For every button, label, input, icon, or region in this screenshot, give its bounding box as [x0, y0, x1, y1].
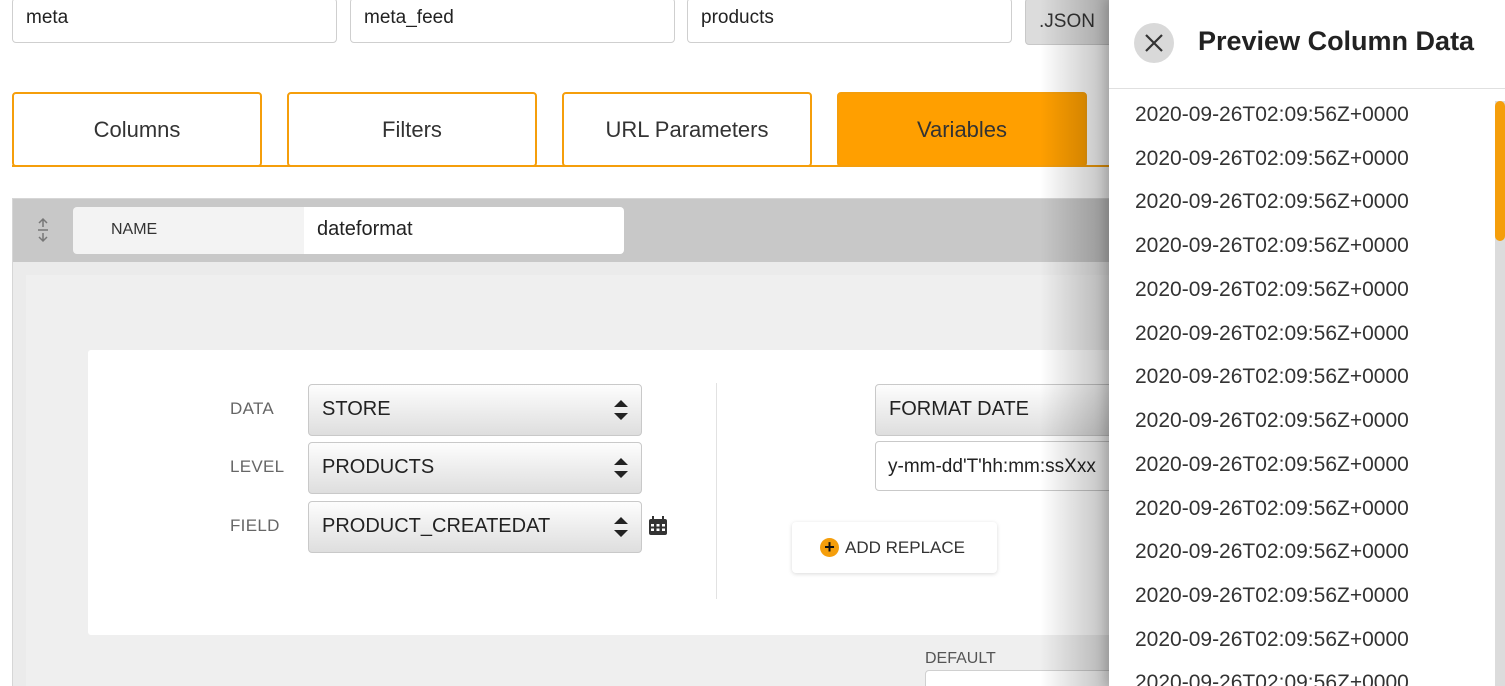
list-item: 2020-09-26T02:09:56Z+0000 [1135, 234, 1409, 257]
level-select[interactable]: PRODUCTS [308, 442, 642, 494]
column-divider [716, 383, 717, 599]
level-select-value: PRODUCTS [322, 456, 435, 478]
list-item: 2020-09-26T02:09:56Z+0000 [1135, 540, 1409, 563]
name-label: NAME [73, 207, 305, 254]
variable-config-card: DATA STORE LEVEL PRODUCTS FIELD PRODUCT_… [88, 350, 1135, 635]
tab-filters[interactable]: Filters [287, 92, 537, 167]
default-label: DEFAULT [925, 650, 996, 667]
list-item: 2020-09-26T02:09:56Z+0000 [1135, 584, 1409, 607]
close-icon [1145, 34, 1163, 52]
tabs-underline [12, 165, 1112, 167]
function-select[interactable]: FORMAT DATE [875, 384, 1135, 436]
field-label: FIELD [230, 516, 280, 535]
tab-url-parameters[interactable]: URL Parameters [562, 92, 812, 167]
list-item: 2020-09-26T02:09:56Z+0000 [1135, 365, 1409, 388]
list-item: 2020-09-26T02:09:56Z+0000 [1135, 409, 1409, 432]
data-select-value: STORE [322, 398, 391, 420]
data-select[interactable]: STORE [308, 384, 642, 436]
data-label: DATA [230, 399, 275, 418]
entity-input[interactable]: products [687, 0, 1012, 43]
list-item: 2020-09-26T02:09:56Z+0000 [1135, 278, 1409, 301]
drag-handle-icon[interactable] [35, 217, 51, 243]
source-input[interactable]: meta [12, 0, 337, 43]
list-item: 2020-09-26T02:09:56Z+0000 [1135, 497, 1409, 520]
tab-columns[interactable]: Columns [12, 92, 262, 167]
level-label: LEVEL [230, 457, 285, 476]
list-item: 2020-09-26T02:09:56Z+0000 [1135, 453, 1409, 476]
feed-input[interactable]: meta_feed [350, 0, 675, 43]
list-item: 2020-09-26T02:09:56Z+0000 [1135, 147, 1409, 170]
field-select-value: PRODUCT_CREATEDAT [322, 515, 551, 537]
variable-header: NAME dateformat [13, 199, 1121, 262]
default-input[interactable] [925, 670, 1125, 686]
add-replace-button[interactable]: + ADD REPLACE [792, 522, 997, 573]
date-format-input[interactable]: y-mm-dd'T'hh:mm:ssXxx [875, 441, 1135, 491]
plus-circle-icon: + [820, 538, 839, 557]
list-item: 2020-09-26T02:09:56Z+0000 [1135, 103, 1409, 126]
scrollbar-thumb[interactable] [1495, 101, 1505, 241]
tab-variables[interactable]: Variables [837, 92, 1087, 167]
field-select[interactable]: PRODUCT_CREATEDAT [308, 501, 642, 553]
variable-body: DATA STORE LEVEL PRODUCTS FIELD PRODUCT_… [26, 275, 1135, 686]
select-arrows-icon [614, 458, 628, 478]
name-input[interactable]: dateformat [304, 207, 624, 254]
variable-panel: NAME dateformat DATA STORE LEVEL PRODUCT… [12, 198, 1135, 686]
close-button[interactable] [1134, 23, 1174, 63]
list-item: 2020-09-26T02:09:56Z+0000 [1135, 628, 1409, 651]
list-item: 2020-09-26T02:09:56Z+0000 [1135, 671, 1409, 686]
preview-drawer: Preview Column Data 2020-09-26T02:09:56Z… [1109, 0, 1505, 686]
drawer-header: Preview Column Data [1109, 0, 1505, 89]
add-replace-label: ADD REPLACE [845, 537, 965, 557]
calendar-icon[interactable] [648, 516, 668, 536]
drawer-title: Preview Column Data [1198, 26, 1475, 56]
select-arrows-icon [614, 517, 628, 537]
list-item: 2020-09-26T02:09:56Z+0000 [1135, 190, 1409, 213]
select-arrows-icon [614, 400, 628, 420]
preview-list: 2020-09-26T02:09:56Z+0000 2020-09-26T02:… [1109, 92, 1495, 686]
list-item: 2020-09-26T02:09:56Z+0000 [1135, 322, 1409, 345]
